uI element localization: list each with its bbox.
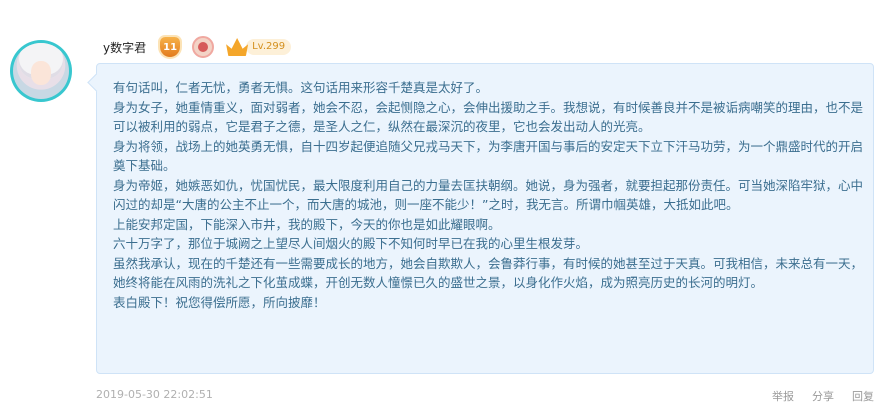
comment-footer: 2019-05-30 22:02:51 举报 分享 回复 bbox=[96, 386, 874, 406]
reply-button[interactable]: 回复 bbox=[852, 388, 874, 404]
comment-paragraph: 身为将领，战场上的她英勇无惧，自十四岁起便追随父兄戎马天下，为李唐开国与事后的安… bbox=[113, 138, 864, 174]
fan-rank-badge-icon[interactable]: 11 bbox=[160, 37, 181, 57]
level-badge[interactable]: Lv.299 bbox=[226, 38, 292, 56]
comment-paragraph: 身为女子，她重情重义，面对弱者，她会不忍，会起恻隐之心，会伸出援助之手。我想说，… bbox=[113, 99, 864, 135]
comment-actions: 举报 分享 回复 bbox=[772, 388, 874, 404]
crown-icon bbox=[226, 38, 249, 56]
username[interactable]: y数字君 bbox=[103, 39, 146, 56]
avatar-image bbox=[13, 43, 69, 99]
report-button[interactable]: 举报 bbox=[772, 388, 794, 404]
comment-paragraph: 虽然我承认，现在的千楚还有一些需要成长的地方，她会自欺欺人，会鲁莽行事，有时候的… bbox=[113, 255, 864, 291]
comment-paragraph: 身为帝姬，她嫉恶如仇，忧国忧民，最大限度利用自己的力量去匡扶朝纲。她说，身为强者… bbox=[113, 177, 864, 213]
comment-header: y数字君 11 Lv.299 bbox=[103, 36, 292, 58]
share-button[interactable]: 分享 bbox=[812, 388, 834, 404]
user-avatar[interactable] bbox=[10, 40, 72, 102]
comment-timestamp: 2019-05-30 22:02:51 bbox=[96, 388, 213, 401]
level-label: Lv.299 bbox=[246, 39, 292, 55]
comment-paragraph: 上能安邦定国，下能深入市井，我的殿下，今天的你也是如此耀眼啊。 bbox=[113, 216, 501, 232]
comment-paragraph: 有句话叫，仁者无忧，勇者无惧。这句话用来形容千楚真是太好了。 bbox=[113, 80, 489, 95]
comment-content: 有句话叫，仁者无忧，勇者无惧。这句话用来形容千楚真是太好了。 身为女子，她重情重… bbox=[113, 78, 863, 312]
avatar-badge-icon[interactable] bbox=[192, 36, 215, 58]
comment-paragraph: 六十万字了，那位于城阙之上望尽人间烟火的殿下不知何时早已在我的心里生根发芽。 bbox=[113, 236, 589, 251]
comment-bubble: 有句话叫，仁者无忧，勇者无惧。这句话用来形容千楚真是太好了。 身为女子，她重情重… bbox=[96, 63, 874, 374]
badge-dot-icon bbox=[198, 42, 209, 52]
comment-paragraph: 表白殿下！祝您得偿所愿，所向披靡！ bbox=[113, 294, 326, 310]
